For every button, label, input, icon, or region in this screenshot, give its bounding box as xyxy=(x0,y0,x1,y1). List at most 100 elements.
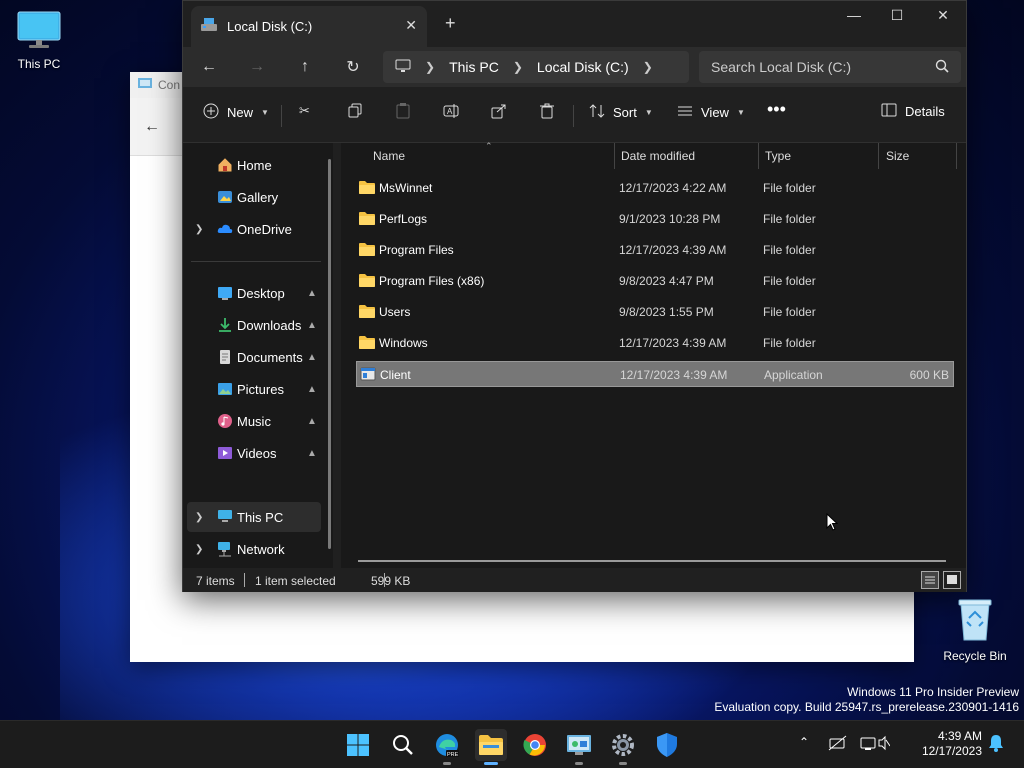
rename-button[interactable]: A xyxy=(443,103,459,122)
sidebar-item-desktop[interactable]: Desktop ▲ xyxy=(183,278,321,308)
close-window-button[interactable]: ✕ xyxy=(928,7,958,24)
copy-button[interactable] xyxy=(347,103,363,122)
column-separator[interactable] xyxy=(614,143,615,169)
start-button[interactable] xyxy=(342,729,374,761)
sort-ascending-icon: ⌃ xyxy=(485,141,493,151)
sort-button[interactable]: Sort ▼ xyxy=(589,103,653,122)
sort-label: Sort xyxy=(613,105,637,120)
desktop-icon-this-pc[interactable]: This PC xyxy=(1,10,77,71)
table-row[interactable]: Windows 12/17/2023 4:39 AM File folder xyxy=(356,330,954,356)
column-header-size[interactable]: Size xyxy=(886,143,909,169)
item-count: 7 items xyxy=(196,574,235,588)
breadcrumb-this-pc[interactable]: This PC xyxy=(449,59,499,75)
download-icon xyxy=(217,317,233,336)
chevron-right-icon[interactable]: ❯ xyxy=(195,544,203,555)
pin-icon[interactable]: ▲ xyxy=(307,384,317,395)
folder-icon xyxy=(359,242,375,259)
maximize-button[interactable]: ☐ xyxy=(882,7,912,24)
chevron-right-icon[interactable]: ❯ xyxy=(425,60,435,74)
table-row[interactable]: PerfLogs 9/1/2023 10:28 PM File folder xyxy=(356,206,954,232)
recycle-bin-icon xyxy=(937,596,1013,645)
column-header-date[interactable]: Date modified xyxy=(621,143,695,169)
clock-date: 12/17/2023 xyxy=(921,744,982,758)
chevron-right-icon[interactable]: ❯ xyxy=(195,224,203,235)
sidebar-item-onedrive[interactable]: ❯ OneDrive xyxy=(183,214,321,244)
breadcrumb-local-disk[interactable]: Local Disk (C:) xyxy=(537,59,629,75)
sidebar-item-pictures[interactable]: Pictures ▲ xyxy=(183,374,321,404)
chevron-right-icon[interactable]: ❯ xyxy=(513,60,523,74)
refresh-button[interactable]: ↻ xyxy=(341,55,365,79)
breadcrumb[interactable]: ❯ This PC ❯ Local Disk (C:) ❯ xyxy=(383,51,689,83)
sidebar-item-downloads[interactable]: Downloads ▲ xyxy=(183,310,321,340)
tiles-view-toggle[interactable] xyxy=(943,571,961,589)
column-header-name[interactable]: Name xyxy=(373,143,405,169)
column-separator[interactable] xyxy=(956,143,957,169)
sidebar-item-gallery[interactable]: Gallery xyxy=(183,182,321,212)
tab-local-disk[interactable]: Local Disk (C:) ✕ xyxy=(191,6,427,47)
edge-beta-button[interactable]: PRE xyxy=(431,729,463,765)
table-row[interactable]: Users 9/8/2023 1:55 PM File folder xyxy=(356,299,954,325)
active-indicator xyxy=(484,762,498,765)
column-separator[interactable] xyxy=(878,143,879,169)
table-row[interactable]: Program Files 12/17/2023 4:39 AM File fo… xyxy=(356,237,954,263)
search-placeholder: Search Local Disk (C:) xyxy=(711,59,852,75)
sidebar-item-this-pc[interactable]: ❯ This PC xyxy=(187,502,321,532)
table-row[interactable]: MsWinnet 12/17/2023 4:22 AM File folder xyxy=(356,175,954,201)
search-taskbar-button[interactable] xyxy=(387,729,419,761)
new-button[interactable]: New ▼ xyxy=(203,103,269,122)
pin-icon[interactable]: ▲ xyxy=(307,416,317,427)
nav-scrollbar[interactable] xyxy=(328,159,331,549)
sidebar-item-network[interactable]: ❯ Network xyxy=(183,534,321,564)
pin-icon[interactable]: ▲ xyxy=(307,288,317,299)
network-status-icon[interactable] xyxy=(828,735,848,754)
sort-icon xyxy=(589,103,605,122)
plus-circle-icon xyxy=(203,103,219,122)
close-tab-icon[interactable]: ✕ xyxy=(405,17,417,34)
column-separator[interactable] xyxy=(758,143,759,169)
cut-button[interactable]: ✂ xyxy=(299,103,310,119)
delete-button[interactable] xyxy=(539,103,555,122)
chevron-right-icon[interactable]: ❯ xyxy=(643,60,653,74)
settings-button[interactable] xyxy=(607,729,639,765)
sidebar-item-videos[interactable]: Videos ▲ xyxy=(183,438,321,468)
sidebar-item-music[interactable]: Music ▲ xyxy=(183,406,321,436)
new-tab-button[interactable]: + xyxy=(445,13,456,34)
status-separator xyxy=(244,573,245,587)
file-explorer-window[interactable]: Local Disk (C:) ✕ + — ☐ ✕ ← → ↑ ↻ ❯ This… xyxy=(182,0,967,592)
table-row[interactable]: Program Files (x86) 9/8/2023 4:47 PM Fil… xyxy=(356,268,954,294)
desktop-icon-recycle-bin[interactable]: Recycle Bin xyxy=(937,596,1013,663)
back-button[interactable]: ← xyxy=(197,55,221,79)
pin-icon[interactable]: ▲ xyxy=(307,448,317,459)
monitor-icon xyxy=(1,10,77,53)
control-panel-taskbar-button[interactable] xyxy=(563,729,595,765)
details-view-toggle[interactable] xyxy=(921,571,939,589)
horizontal-scrollbar[interactable] xyxy=(358,560,946,562)
chrome-button[interactable] xyxy=(519,729,551,761)
pin-icon[interactable]: ▲ xyxy=(307,320,317,331)
file-explorer-taskbar-button[interactable] xyxy=(475,729,507,765)
security-button[interactable] xyxy=(651,729,683,761)
gallery-icon xyxy=(217,189,233,208)
sidebar-item-documents[interactable]: Documents ▲ xyxy=(183,342,321,372)
forward-button[interactable]: → xyxy=(245,55,269,79)
paste-button[interactable] xyxy=(395,103,411,122)
show-hidden-icons-button[interactable]: ⌃ xyxy=(799,735,809,749)
search-input[interactable]: Search Local Disk (C:) xyxy=(699,51,961,83)
pin-icon[interactable]: ▲ xyxy=(307,352,317,363)
table-row-selected[interactable]: Client 12/17/2023 4:39 AM Application 60… xyxy=(356,361,954,387)
notification-bell-icon[interactable] xyxy=(988,734,1004,755)
volume-muted-icon[interactable] xyxy=(860,735,891,754)
minimize-button[interactable]: — xyxy=(839,7,869,23)
details-label: Details xyxy=(905,104,945,119)
column-header-type[interactable]: Type xyxy=(765,143,791,169)
view-button[interactable]: View ▼ xyxy=(677,103,745,122)
chevron-right-icon[interactable]: ❯ xyxy=(195,512,203,523)
details-button[interactable]: Details xyxy=(881,103,945,120)
sidebar-item-home[interactable]: Home xyxy=(183,150,321,180)
up-button[interactable]: ↑ xyxy=(293,55,317,79)
share-button[interactable] xyxy=(491,103,507,122)
clock[interactable]: 4:39 AM 12/17/2023 xyxy=(922,729,982,759)
more-options-button[interactable]: ••• xyxy=(767,99,786,120)
back-arrow-icon[interactable]: ← xyxy=(144,118,160,136)
view-lines-icon xyxy=(677,103,693,122)
